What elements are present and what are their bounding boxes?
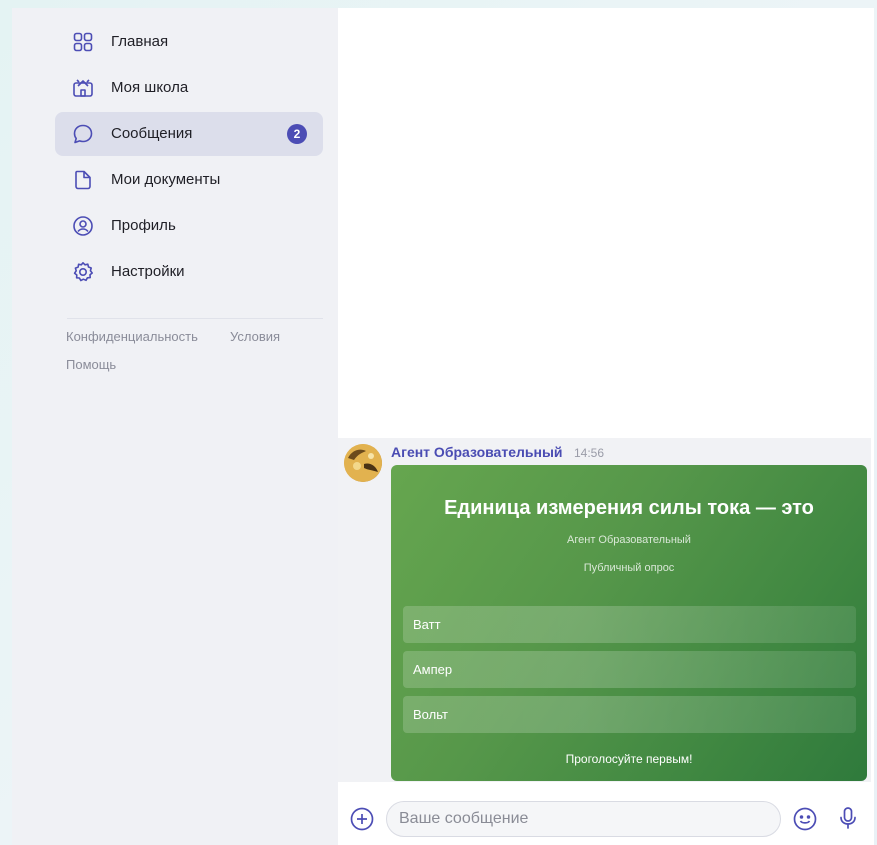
message-sender[interactable]: Агент Образовательный — [391, 444, 563, 460]
poll-option[interactable]: Вольт — [403, 696, 856, 733]
gear-icon — [71, 260, 95, 284]
sidebar: Главная Моя школа Сообщения 2 Мои докуме… — [12, 8, 338, 845]
sidebar-item-label: Настройки — [111, 263, 185, 280]
sidebar-item-home[interactable]: Главная — [55, 20, 323, 64]
sidebar-item-label: Профиль — [111, 217, 176, 234]
sidebar-item-profile[interactable]: Профиль — [55, 204, 323, 248]
sidebar-item-label: Сообщения — [111, 125, 193, 142]
poll-option-label: Ампер — [413, 662, 453, 677]
terms-link[interactable]: Условия — [230, 329, 280, 344]
sidebar-item-settings[interactable]: Настройки — [55, 250, 323, 294]
grid-icon — [71, 30, 95, 54]
document-icon — [71, 168, 95, 192]
sidebar-item-messages[interactable]: Сообщения 2 — [55, 112, 323, 156]
school-icon — [71, 76, 95, 100]
message-row: Агент Образовательный 14:56 Единица изме… — [338, 438, 871, 782]
poll-option-label: Вольт — [413, 707, 448, 722]
unread-badge: 2 — [287, 124, 307, 144]
chat-panel: Агент Образовательный 14:56 Единица изме… — [338, 8, 874, 845]
avatar[interactable] — [344, 444, 382, 482]
sidebar-item-documents[interactable]: Мои документы — [55, 158, 323, 202]
poll-option[interactable]: Ватт — [403, 606, 856, 643]
chat-bubble-icon — [71, 122, 95, 146]
emoji-icon[interactable] — [792, 806, 818, 832]
privacy-link[interactable]: Конфиденциальность — [66, 329, 198, 344]
message-composer — [338, 792, 874, 845]
message-time: 14:56 — [574, 446, 605, 460]
sidebar-item-school[interactable]: Моя школа — [55, 66, 323, 110]
poll-author: Агент Образовательный — [567, 534, 691, 546]
add-attachment-icon[interactable] — [349, 806, 375, 832]
sidebar-item-label: Главная — [111, 33, 169, 50]
poll-type: Публичный опрос — [583, 562, 675, 574]
sidebar-item-label: Моя школа — [111, 79, 189, 96]
sidebar-item-label: Мои документы — [111, 171, 221, 188]
message-input[interactable] — [386, 801, 781, 837]
poll-option-label: Ватт — [413, 617, 441, 632]
profile-icon — [71, 214, 95, 238]
poll-card: Единица измерения силы тока — это Агент … — [391, 465, 867, 781]
poll-vote-prompt[interactable]: Проголосуйте первым! — [391, 752, 867, 766]
microphone-icon[interactable] — [835, 805, 861, 831]
poll-question: Единица измерения силы тока — это — [444, 497, 814, 519]
sidebar-divider — [67, 318, 323, 319]
help-link[interactable]: Помощь — [66, 357, 116, 372]
poll-option[interactable]: Ампер — [403, 651, 856, 688]
